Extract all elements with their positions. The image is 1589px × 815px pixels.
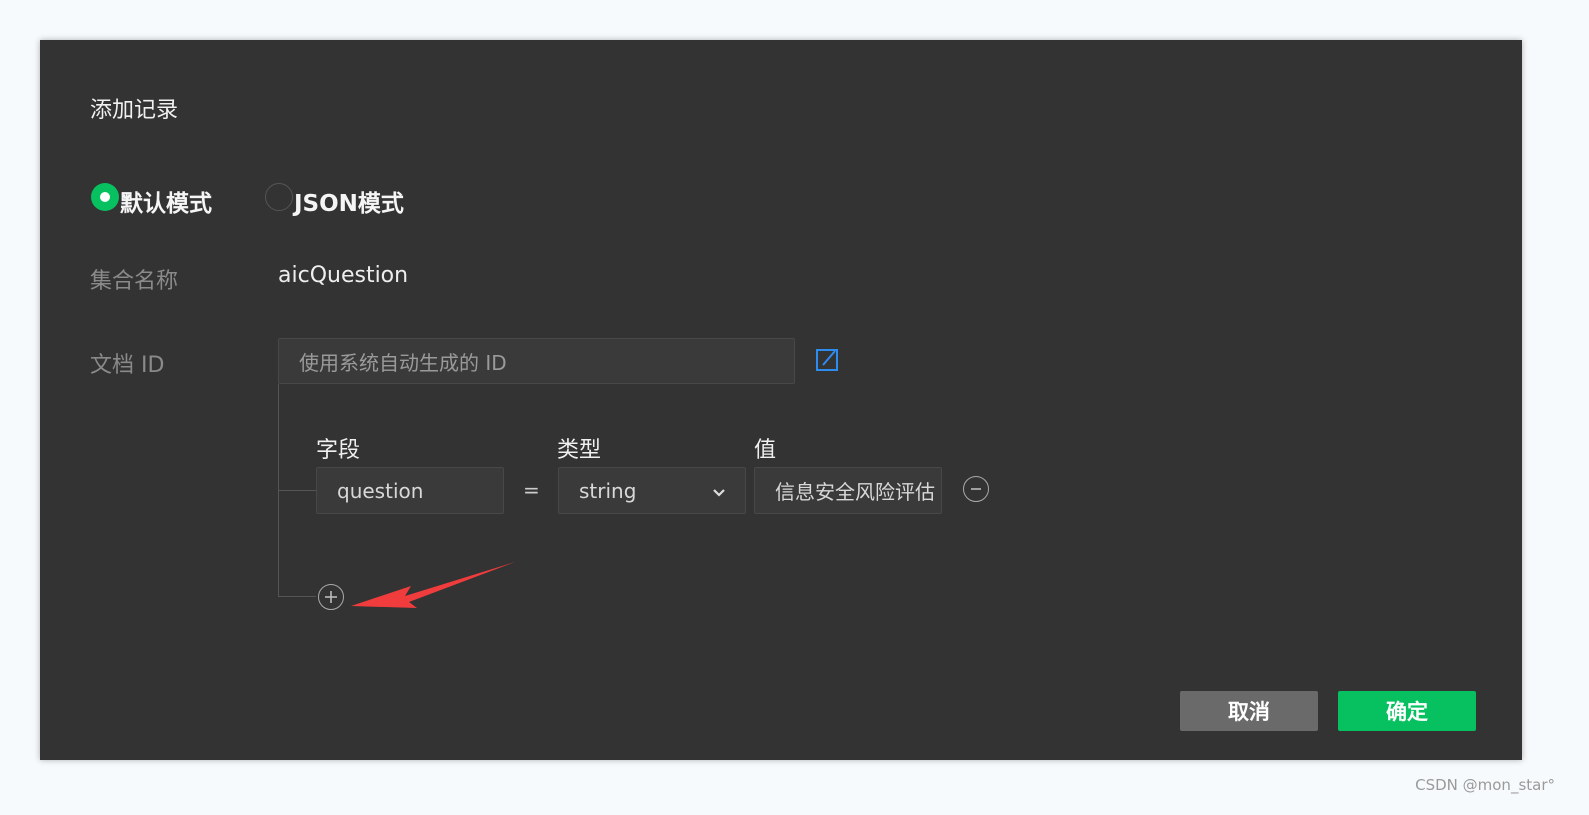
radio-json-mode-label[interactable]: JSON模式 (294, 184, 404, 218)
column-field-header: 字段 (316, 438, 361, 463)
radio-default-mode[interactable] (91, 183, 119, 211)
minus-icon (971, 488, 981, 490)
equals-sign: = (523, 478, 540, 502)
add-record-dialog: 添加记录 默认模式 JSON模式 集合名称 aicQuestion 文档 ID … (40, 40, 1522, 760)
plus-icon (325, 591, 337, 603)
doc-id-label: 文档 ID (90, 353, 165, 378)
radio-json-mode[interactable] (265, 183, 293, 211)
tree-branch (278, 596, 316, 597)
doc-id-input[interactable]: 使用系统自动生成的 ID (278, 338, 795, 384)
chevron-down-icon (711, 482, 727, 506)
radio-default-mode-label[interactable]: 默认模式 (120, 184, 212, 218)
edit-icon[interactable] (815, 348, 839, 372)
annotation-arrow-icon (351, 562, 515, 608)
remove-field-button[interactable] (963, 476, 989, 502)
value-input[interactable]: 信息安全风险评估 (754, 467, 942, 514)
type-select-value: string (579, 478, 637, 503)
confirm-button[interactable]: 确定 (1338, 691, 1476, 731)
watermark: CSDN @mon_star° (1415, 776, 1555, 794)
column-type-header: 类型 (557, 438, 602, 463)
column-value-header: 值 (754, 438, 777, 463)
add-field-button[interactable] (318, 584, 344, 610)
cancel-button[interactable]: 取消 (1180, 691, 1318, 731)
tree-branch (278, 490, 316, 491)
collection-name-label: 集合名称 (90, 269, 179, 294)
field-name-input[interactable]: question (316, 467, 504, 514)
collection-name-value: aicQuestion (278, 263, 409, 288)
dialog-title: 添加记录 (90, 98, 179, 123)
type-select[interactable]: string (558, 467, 746, 514)
